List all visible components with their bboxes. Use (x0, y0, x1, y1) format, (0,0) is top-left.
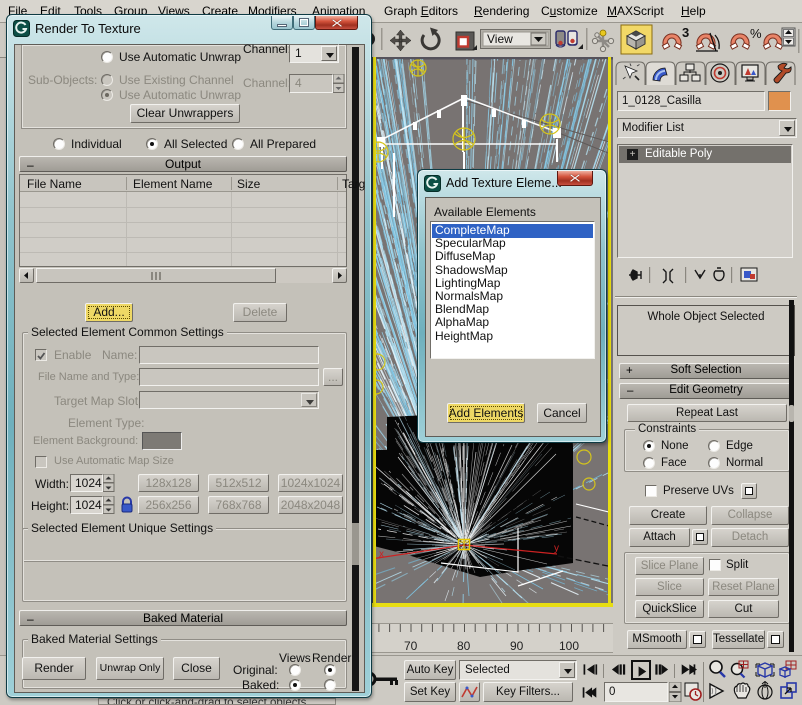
svg-text:90: 90 (510, 639, 524, 653)
svg-text:3: 3 (682, 25, 689, 40)
svg-text:100: 100 (559, 639, 579, 653)
svg-text:View: View (487, 32, 513, 46)
svg-text:70: 70 (404, 639, 418, 653)
svg-text:x: x (379, 549, 384, 560)
svg-text:y: y (554, 543, 559, 554)
svg-text:80: 80 (457, 639, 471, 653)
svg-text:%: % (750, 26, 762, 41)
